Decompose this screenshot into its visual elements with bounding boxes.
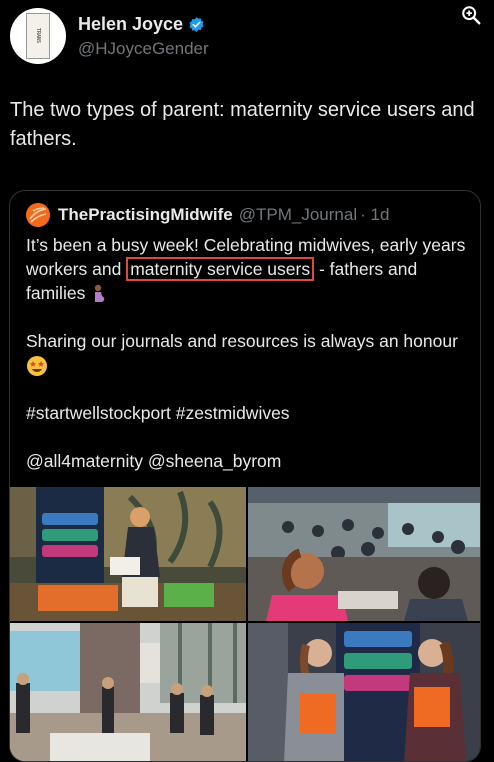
photo-4-scene <box>248 623 480 761</box>
tweet-header: TRANS Helen Joyce @HJoyceGender <box>10 8 209 64</box>
avatar[interactable]: TRANS <box>10 8 66 64</box>
quoted-tweet-text: It’s been a busy week! Celebrating midwi… <box>26 233 466 497</box>
photo-grid[interactable] <box>10 487 480 761</box>
author-handle[interactable]: @HJoyceGender <box>78 39 209 59</box>
photo-4[interactable] <box>248 623 480 761</box>
author-name-text[interactable]: Helen Joyce <box>78 14 183 35</box>
photo-3[interactable] <box>10 623 246 761</box>
author-name[interactable]: Helen Joyce <box>78 14 209 35</box>
verified-badge-icon <box>189 16 204 32</box>
tweet-text: The two types of parent: maternity servi… <box>10 99 475 150</box>
photo-1-scene <box>10 487 246 621</box>
highlighted-phrase: maternity service users <box>126 257 315 281</box>
quoted-text-sharing: Sharing our journals and resources is al… <box>26 331 458 351</box>
quoted-author-handle[interactable]: @TPM_Journal <box>239 205 357 225</box>
photo-3-scene <box>10 623 246 761</box>
photo-2[interactable] <box>248 487 480 621</box>
quoted-paragraph-2: Sharing our journals and resources is al… <box>26 329 466 377</box>
avatar-book-title: TRANS <box>35 28 41 44</box>
avatar-book-image: TRANS <box>26 13 50 59</box>
pregnant-woman-emoji-icon <box>95 285 105 303</box>
quoted-mentions[interactable]: @all4maternity @sheena_byrom <box>26 449 466 473</box>
quoted-tweet[interactable]: ThePractisingMidwife @TPM_Journal · 1d I… <box>9 190 481 762</box>
quoted-avatar[interactable] <box>26 203 50 227</box>
quoted-avatar-logo <box>26 203 50 227</box>
quoted-author-name[interactable]: ThePractisingMidwife <box>58 205 233 225</box>
quoted-hashtags[interactable]: #startwellstockport #zestmidwives <box>26 401 466 425</box>
photo-1[interactable] <box>10 487 246 621</box>
photo-2-scene <box>248 487 480 621</box>
quoted-tweet-header: ThePractisingMidwife @TPM_Journal · 1d <box>26 203 389 227</box>
star-struck-emoji-icon <box>27 356 47 377</box>
quoted-paragraph-1: It’s been a busy week! Celebrating midwi… <box>26 233 466 305</box>
zoom-in-icon[interactable] <box>460 4 482 26</box>
quoted-time[interactable]: · 1d <box>360 205 389 225</box>
